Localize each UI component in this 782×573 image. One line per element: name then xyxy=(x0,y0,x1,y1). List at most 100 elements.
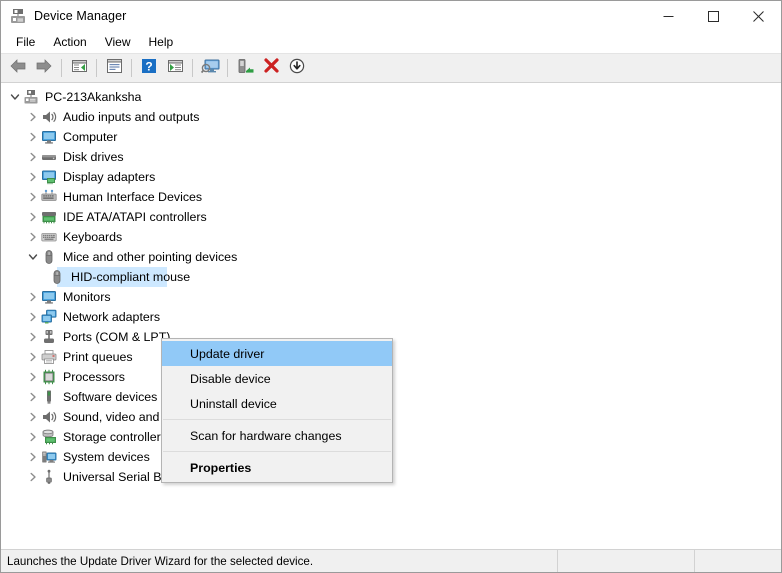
tree-node-label: Network adapters xyxy=(63,310,161,324)
context-menu-item-label: Update driver xyxy=(190,346,265,361)
tree-node-human-interface-devices[interactable]: Human Interface Devices xyxy=(1,187,781,207)
chevron-right-icon[interactable] xyxy=(25,449,41,465)
chevron-right-icon[interactable] xyxy=(25,429,41,445)
chevron-right-icon[interactable] xyxy=(25,329,41,345)
tree-node-computer[interactable]: Computer xyxy=(1,127,781,147)
back-button[interactable] xyxy=(5,56,31,80)
tree-node-label: Processors xyxy=(63,370,125,384)
update-driver-button[interactable] xyxy=(232,56,258,80)
display-adapter-icon xyxy=(41,169,57,185)
tree-node-keyboards[interactable]: Keyboards xyxy=(1,227,781,247)
properties-button[interactable] xyxy=(101,56,127,80)
menu-action[interactable]: Action xyxy=(44,32,95,52)
left-arrow-icon xyxy=(9,58,27,79)
scan-for-hardware-changes-button[interactable] xyxy=(197,56,223,80)
window-title: Device Manager xyxy=(34,9,127,23)
toolbar-separator-1 xyxy=(61,59,62,77)
chevron-right-icon[interactable] xyxy=(25,109,41,125)
context-menu-item-properties[interactable]: Properties xyxy=(162,455,392,480)
tree-node-display-adapters[interactable]: Display adapters xyxy=(1,167,781,187)
chevron-right-icon[interactable] xyxy=(25,369,41,385)
minimize-button[interactable] xyxy=(646,1,691,31)
network-adapter-icon xyxy=(41,309,57,325)
forward-button[interactable] xyxy=(31,56,57,80)
mouse-icon xyxy=(41,249,57,265)
context-menu-item-scan-for-hardware-changes[interactable]: Scan for hardware changes xyxy=(162,423,392,448)
context-menu-separator-1 xyxy=(163,419,391,420)
chevron-right-icon[interactable] xyxy=(25,349,41,365)
show-hide-action-pane-button[interactable] xyxy=(162,56,188,80)
tree-node-label: Keyboards xyxy=(63,230,123,244)
device-manager-icon xyxy=(10,8,26,24)
chevron-down-icon[interactable] xyxy=(7,89,23,105)
storage-controller-icon xyxy=(41,429,57,445)
svg-text:?: ? xyxy=(145,59,152,73)
tree-node-label: Monitors xyxy=(63,290,111,304)
context-menu-item-label: Disable device xyxy=(190,371,271,386)
title-bar: Device Manager xyxy=(1,1,781,31)
tree-node-disk-drives[interactable]: Disk drives xyxy=(1,147,781,167)
device-tree-pane[interactable]: PC-213Akanksha Audio inputs and outputs xyxy=(1,83,781,549)
chevron-right-icon[interactable] xyxy=(25,469,41,485)
chevron-right-icon[interactable] xyxy=(25,189,41,205)
context-menu-item-disable-device[interactable]: Disable device xyxy=(162,366,392,391)
device-manager-window: Device Manager File Action View Help ? P… xyxy=(0,0,782,573)
window-controls xyxy=(646,1,781,31)
menu-help[interactable]: Help xyxy=(140,32,183,52)
tree-node-label: Software devices xyxy=(63,390,158,404)
chevron-right-icon[interactable] xyxy=(25,389,41,405)
printer-icon xyxy=(41,349,57,365)
tree-root-node[interactable]: PC-213Akanksha xyxy=(1,87,781,107)
tree-node-label: Storage controllers xyxy=(63,430,167,444)
status-cell-2 xyxy=(558,550,695,572)
tree-node-monitors[interactable]: Monitors xyxy=(1,287,781,307)
tree-node-network-adapters[interactable]: Network adapters xyxy=(1,307,781,327)
context-menu-separator-2 xyxy=(163,451,391,452)
toolbar: ? xyxy=(1,54,781,83)
maximize-button[interactable] xyxy=(691,1,736,31)
context-menu-item-label: Uninstall device xyxy=(190,396,277,411)
monitor-icon xyxy=(41,129,57,145)
monitor-icon xyxy=(41,289,57,305)
chevron-right-icon[interactable] xyxy=(25,309,41,325)
tree-node-audio-inputs-and-outputs[interactable]: Audio inputs and outputs xyxy=(1,107,781,127)
toolbar-separator-2 xyxy=(96,59,97,77)
computer-root-icon xyxy=(23,89,39,105)
chevron-right-icon[interactable] xyxy=(25,289,41,305)
red-x-icon xyxy=(263,58,279,78)
tree-node-label: Computer xyxy=(63,130,118,144)
chevron-down-icon[interactable] xyxy=(25,249,41,265)
menu-bar: File Action View Help xyxy=(1,31,781,54)
down-arrow-circle-icon xyxy=(289,58,305,79)
context-menu[interactable]: Update driver Disable device Uninstall d… xyxy=(161,338,393,483)
context-menu-item-update-driver[interactable]: Update driver xyxy=(162,341,392,366)
chevron-right-icon[interactable] xyxy=(25,169,41,185)
tree-node-label: Disk drives xyxy=(63,150,124,164)
chevron-right-icon[interactable] xyxy=(25,229,41,245)
disk-drive-icon xyxy=(41,149,57,165)
context-menu-item-label: Scan for hardware changes xyxy=(190,428,342,443)
tree-node-mice-and-other-pointing-devices[interactable]: Mice and other pointing devices xyxy=(1,247,781,267)
chevron-right-icon[interactable] xyxy=(25,209,41,225)
chevron-right-icon[interactable] xyxy=(25,129,41,145)
context-menu-item-uninstall-device[interactable]: Uninstall device xyxy=(162,391,392,416)
keyboard-icon xyxy=(41,229,57,245)
disable-device-button[interactable] xyxy=(284,56,310,80)
tree-node-ide-ata-atapi-controllers[interactable]: IDE ATA/ATAPI controllers xyxy=(1,207,781,227)
uninstall-device-button[interactable] xyxy=(258,56,284,80)
tree-node-hid-compliant-mouse[interactable]: HID-compliant mouse xyxy=(1,267,781,287)
tree-node-label: Ports (COM & LPT) xyxy=(63,330,171,344)
toolbar-separator-4 xyxy=(192,59,193,77)
menu-file[interactable]: File xyxy=(7,32,44,52)
action-pane-icon xyxy=(167,58,184,79)
menu-view[interactable]: View xyxy=(96,32,140,52)
help-button[interactable]: ? xyxy=(136,56,162,80)
close-button[interactable] xyxy=(736,1,781,31)
context-menu-item-label: Properties xyxy=(190,460,252,475)
show-hide-console-tree-button[interactable] xyxy=(66,56,92,80)
speaker-icon xyxy=(41,409,57,425)
chevron-right-icon[interactable] xyxy=(25,149,41,165)
toolbar-separator-5 xyxy=(227,59,228,77)
chevron-right-icon[interactable] xyxy=(25,409,41,425)
tree-root-label: PC-213Akanksha xyxy=(45,90,142,104)
